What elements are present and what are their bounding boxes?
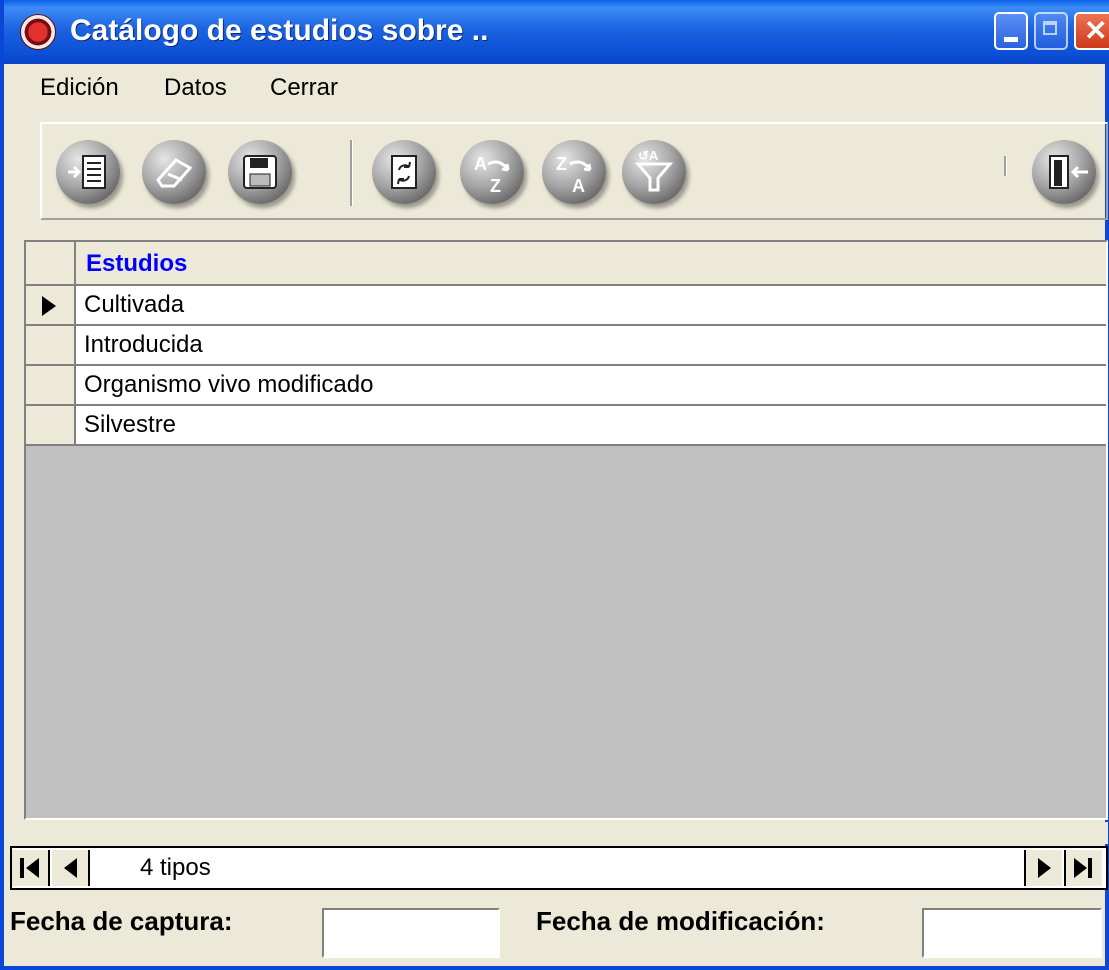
svg-text:Z: Z — [490, 176, 501, 196]
row-indicator[interactable] — [26, 406, 76, 446]
menu-edicion[interactable]: Edición — [40, 74, 119, 102]
next-record-icon — [1038, 858, 1051, 878]
eraser-icon — [156, 158, 193, 188]
window-title: Catálogo de estudios sobre .. — [70, 14, 489, 47]
sort-descending-icon: Z A — [556, 154, 592, 196]
menu-bar: Edición Datos Cerrar — [8, 66, 1109, 110]
next-record-button[interactable] — [1024, 850, 1062, 886]
menu-cerrar[interactable]: Cerrar — [270, 74, 338, 102]
table-cell[interactable]: Cultivada — [76, 286, 1106, 326]
toolbar-separator — [1004, 156, 1007, 176]
filter-button[interactable]: ↺A — [622, 140, 686, 204]
horizontal-scrollbar[interactable] — [24, 822, 1108, 844]
first-record-button[interactable] — [12, 850, 50, 886]
table-row[interactable]: Introducida — [26, 326, 1106, 366]
exit-door-icon — [1049, 155, 1088, 189]
table-cell[interactable]: Organismo vivo modificado — [76, 366, 1106, 406]
previous-record-icon — [64, 858, 77, 878]
maximize-icon — [1043, 21, 1057, 35]
fecha-captura-field[interactable] — [322, 908, 500, 958]
save-button[interactable] — [228, 140, 292, 204]
minimize-icon — [1004, 37, 1018, 42]
sort-ascending-icon: A Z — [474, 154, 510, 196]
fecha-modificacion-label: Fecha de modificación: — [536, 906, 825, 936]
sort-ascending-button[interactable]: A Z — [460, 140, 524, 204]
sort-descending-button[interactable]: Z A — [542, 140, 606, 204]
insert-record-icon — [68, 155, 106, 189]
last-record-arrow-icon — [1074, 858, 1087, 878]
fecha-captura-label: Fecha de captura: — [10, 906, 233, 936]
grid-header: Estudios — [26, 242, 1106, 286]
filter-icon: ↺A — [634, 148, 674, 192]
app-window: Catálogo de estudios sobre .. ✕ Edición … — [0, 0, 1109, 970]
maximize-button[interactable] — [1034, 12, 1068, 50]
floppy-disk-icon — [243, 155, 277, 189]
last-record-button[interactable] — [1064, 850, 1102, 886]
table-row[interactable]: Organismo vivo modificado — [26, 366, 1106, 406]
close-icon: ✕ — [1084, 15, 1108, 46]
svg-text:A: A — [572, 176, 585, 196]
close-button[interactable]: ✕ — [1074, 12, 1109, 50]
fecha-modificacion-field[interactable] — [922, 908, 1102, 958]
grid-corner — [26, 242, 76, 286]
previous-record-button[interactable] — [52, 850, 90, 886]
record-navigator: 4 tipos — [10, 846, 1108, 890]
row-indicator[interactable] — [26, 366, 76, 406]
insert-record-button[interactable] — [56, 140, 120, 204]
table-row[interactable]: Silvestre — [26, 406, 1106, 446]
record-count-status: 4 tipos — [140, 854, 211, 881]
table-cell[interactable]: Introducida — [76, 326, 1106, 366]
table-row[interactable]: Cultivada — [26, 286, 1106, 326]
erase-button[interactable] — [142, 140, 206, 204]
svg-text:Z: Z — [556, 154, 567, 174]
toolbar: A Z Z A ↺A — [40, 122, 1108, 220]
row-indicator[interactable] — [26, 286, 76, 326]
first-record-icon — [20, 858, 24, 878]
svg-text:↺A: ↺A — [638, 148, 659, 163]
svg-text:A: A — [474, 154, 487, 174]
current-row-arrow-icon — [42, 296, 56, 316]
toolbar-separator — [350, 140, 353, 206]
minimize-button[interactable] — [994, 12, 1028, 50]
table-cell[interactable]: Silvestre — [76, 406, 1106, 446]
menu-datos[interactable]: Datos — [164, 74, 227, 102]
data-grid: Estudios Cultivada Introducida Organismo… — [24, 240, 1108, 820]
row-indicator[interactable] — [26, 326, 76, 366]
exit-button[interactable] — [1032, 140, 1096, 204]
last-record-icon — [1088, 858, 1092, 878]
title-bar[interactable]: Catálogo de estudios sobre .. ✕ — [4, 0, 1109, 64]
refresh-document-icon — [391, 155, 417, 189]
column-header-estudios[interactable]: Estudios — [76, 242, 1106, 286]
refresh-button[interactable] — [372, 140, 436, 204]
first-record-arrow-icon — [26, 858, 39, 878]
app-icon — [20, 14, 56, 50]
